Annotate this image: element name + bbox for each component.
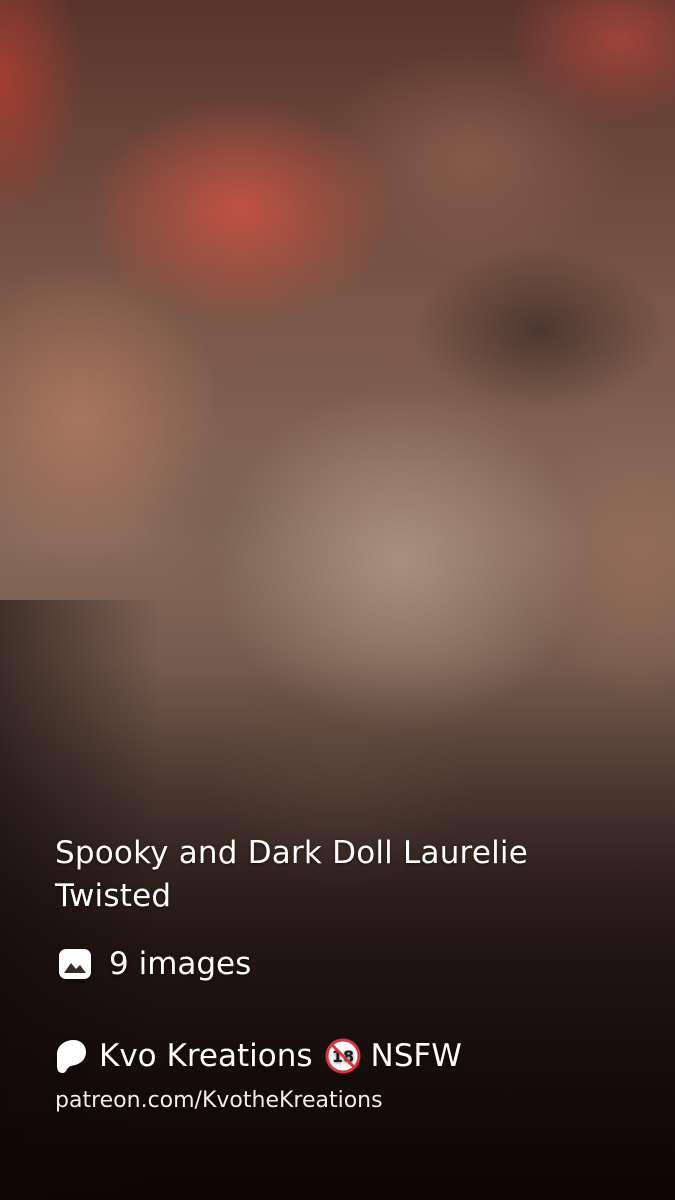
image-count: 9 images [109, 946, 252, 982]
patreon-icon [55, 1038, 87, 1074]
no-under-18-icon: 18 [325, 1038, 361, 1074]
post-info: Spooky and Dark Doll Laurelie Twisted 9 … [55, 832, 635, 1116]
post-title: Spooky and Dark Doll Laurelie Twisted [55, 835, 528, 914]
image-icon [55, 944, 95, 984]
creator-row[interactable]: Kvo Kreations 18 NSFW [55, 1034, 635, 1078]
nsfw-label: NSFW [370, 1038, 462, 1074]
creator-url-link[interactable]: patreon.com/KvotheKreations [55, 1086, 635, 1116]
post-preview-screen: Spooky and Dark Doll Laurelie Twisted 9 … [0, 0, 675, 1200]
image-count-row: 9 images [55, 938, 635, 990]
creator-name[interactable]: Kvo Kreations [99, 1036, 313, 1076]
